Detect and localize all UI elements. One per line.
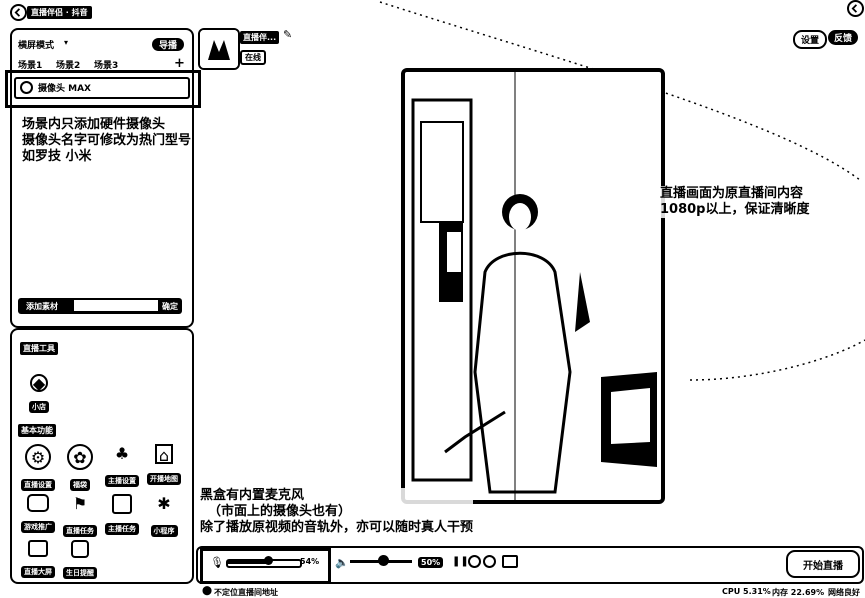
annotation-bottom-line-1: 黑盒有内置麦克风 [200,488,305,503]
add-material-label: 添加素材 [26,302,58,311]
back-icon[interactable] [10,4,27,21]
annotation-right: 直播画面为原直播间内容 1080p以上，保证清晰度 [660,186,810,218]
live-preview[interactable] [401,68,665,504]
tool-label: 主播任务 [105,523,139,535]
annotation-bottom: 黑盒有内置麦克风 （市面上的摄像头也有） 除了播放原视频的音轨外，亦可以随时真人… [200,488,474,536]
gamepad-icon [27,494,49,512]
source-item-label: 摄像头 MAX [38,84,91,94]
tool-live-task[interactable]: ⚑ 直播任务 [58,494,102,537]
shop-tool-label: 小店 [29,401,49,413]
location-icon: ⬤ [202,586,213,596]
tools-panel: 直播工具 ◆ 小店 基本功能 ⚙ 直播设置 ✿ 福袋 ♣ 主播设置 ⌂ 开播地图… [10,328,194,584]
record-icon[interactable] [483,555,496,568]
annotation-bottom-line-3: 除了播放原视频的音轨外，亦可以随时真人干预 [200,520,474,535]
map-icon: ⌂ [155,444,173,465]
gear-icon: ⚙ [25,444,51,470]
alarm-icon [71,540,89,558]
memory-status: 内存 22.69% [772,588,825,597]
mini-program-icon: ✱ [157,494,171,513]
tool-map[interactable]: ⌂ 开播地图 [142,444,186,485]
annotation-right-line-2: 1080p以上，保证清晰度 [660,202,810,217]
cpu-status: CPU 5.31% [722,587,771,596]
tool-mini-program[interactable]: ✱ 小程序 [142,494,186,537]
tool-label: 开播地图 [147,473,181,485]
mic-value: 54% [300,557,320,566]
profile-tag: 在线 [240,50,266,65]
profile-name: 直播伴... [240,31,280,44]
tool-label: 主播设置 [105,475,139,487]
tool-label: 直播设置 [21,479,55,491]
volume-value: 50% [418,557,444,568]
tool-host-settings[interactable]: ♣ 主播设置 [100,444,144,487]
shop-tool[interactable]: ◆ 小店 [17,374,61,413]
tool-lucky-bag[interactable]: ✿ 福袋 [58,444,102,491]
basic-section-title: 基本功能 [18,424,56,437]
add-material-confirm[interactable]: 确定 [162,301,178,312]
mode-label[interactable]: 横屏模式 [18,38,54,51]
app-title: 直播伴侣 · 抖音 [27,6,92,19]
calendar-icon [112,494,132,514]
tool-label: 游戏推广 [21,521,55,533]
tool-live-settings[interactable]: ⚙ 直播设置 [16,444,60,491]
refresh-icon[interactable] [468,555,481,568]
network-status: 网络良好 [828,588,860,597]
annotation-left-line-1: 场景内只添加硬件摄像头 [22,117,166,132]
annotation-left-line-2: 摄像头名字可修改为热门型号 [22,133,192,148]
monitor-icon [28,540,48,557]
pause-icon[interactable]: ❚❚ [452,556,469,567]
chevron-down-icon[interactable]: ▾ [64,38,68,47]
annotation-bottom-line-2: （市面上的摄像头也有） [208,504,352,519]
start-live-button[interactable]: 开始直播 [786,550,860,578]
tool-label: 小程序 [150,525,178,537]
flag-icon: ⚑ [72,494,88,513]
avatar[interactable] [198,28,240,70]
tool-label: 生日提醒 [63,567,97,579]
tool-big-screen[interactable]: 直播大屏 [16,540,60,578]
bag-icon: ✿ [67,444,93,470]
source-item[interactable]: 摄像头 MAX [14,77,190,99]
edit-icon[interactable]: ✎ [283,28,292,41]
camera-toggle-icon[interactable] [502,555,518,568]
tool-label: 直播大屏 [21,566,55,578]
annotation-left-line-3: 如罗技 小米 [22,149,92,164]
shop-icon: ◆ [30,374,48,393]
mic-slider-thumb[interactable] [264,556,273,565]
tool-label: 福袋 [70,479,90,491]
volume-slider-thumb[interactable] [378,555,389,566]
annotation-right-line-1: 直播画面为原直播间内容 [660,186,804,201]
preview-image [411,72,657,500]
mic-slider-fill [228,561,268,564]
tool-birthday[interactable]: 生日提醒 [58,540,102,579]
tool-game[interactable]: 游戏推广 [16,494,60,533]
annotation-left: 场景内只添加硬件摄像头 摄像头名字可修改为热门型号 如罗技 小米 [22,117,192,165]
tool-label: 直播任务 [63,525,97,537]
director-button[interactable]: 导播 [152,38,184,51]
status-left[interactable]: 不定位直播间地址 [214,587,278,598]
add-scene-button[interactable]: + [174,56,185,71]
tools-title: 直播工具 [20,342,58,355]
tool-host-task[interactable]: 主播任务 [100,494,144,535]
host-icon: ♣ [114,444,130,463]
material-input [74,300,158,311]
speaker-icon[interactable]: 🔈 [335,556,349,569]
mic-icon[interactable]: 🎙 [210,556,224,569]
camera-icon [20,81,33,94]
